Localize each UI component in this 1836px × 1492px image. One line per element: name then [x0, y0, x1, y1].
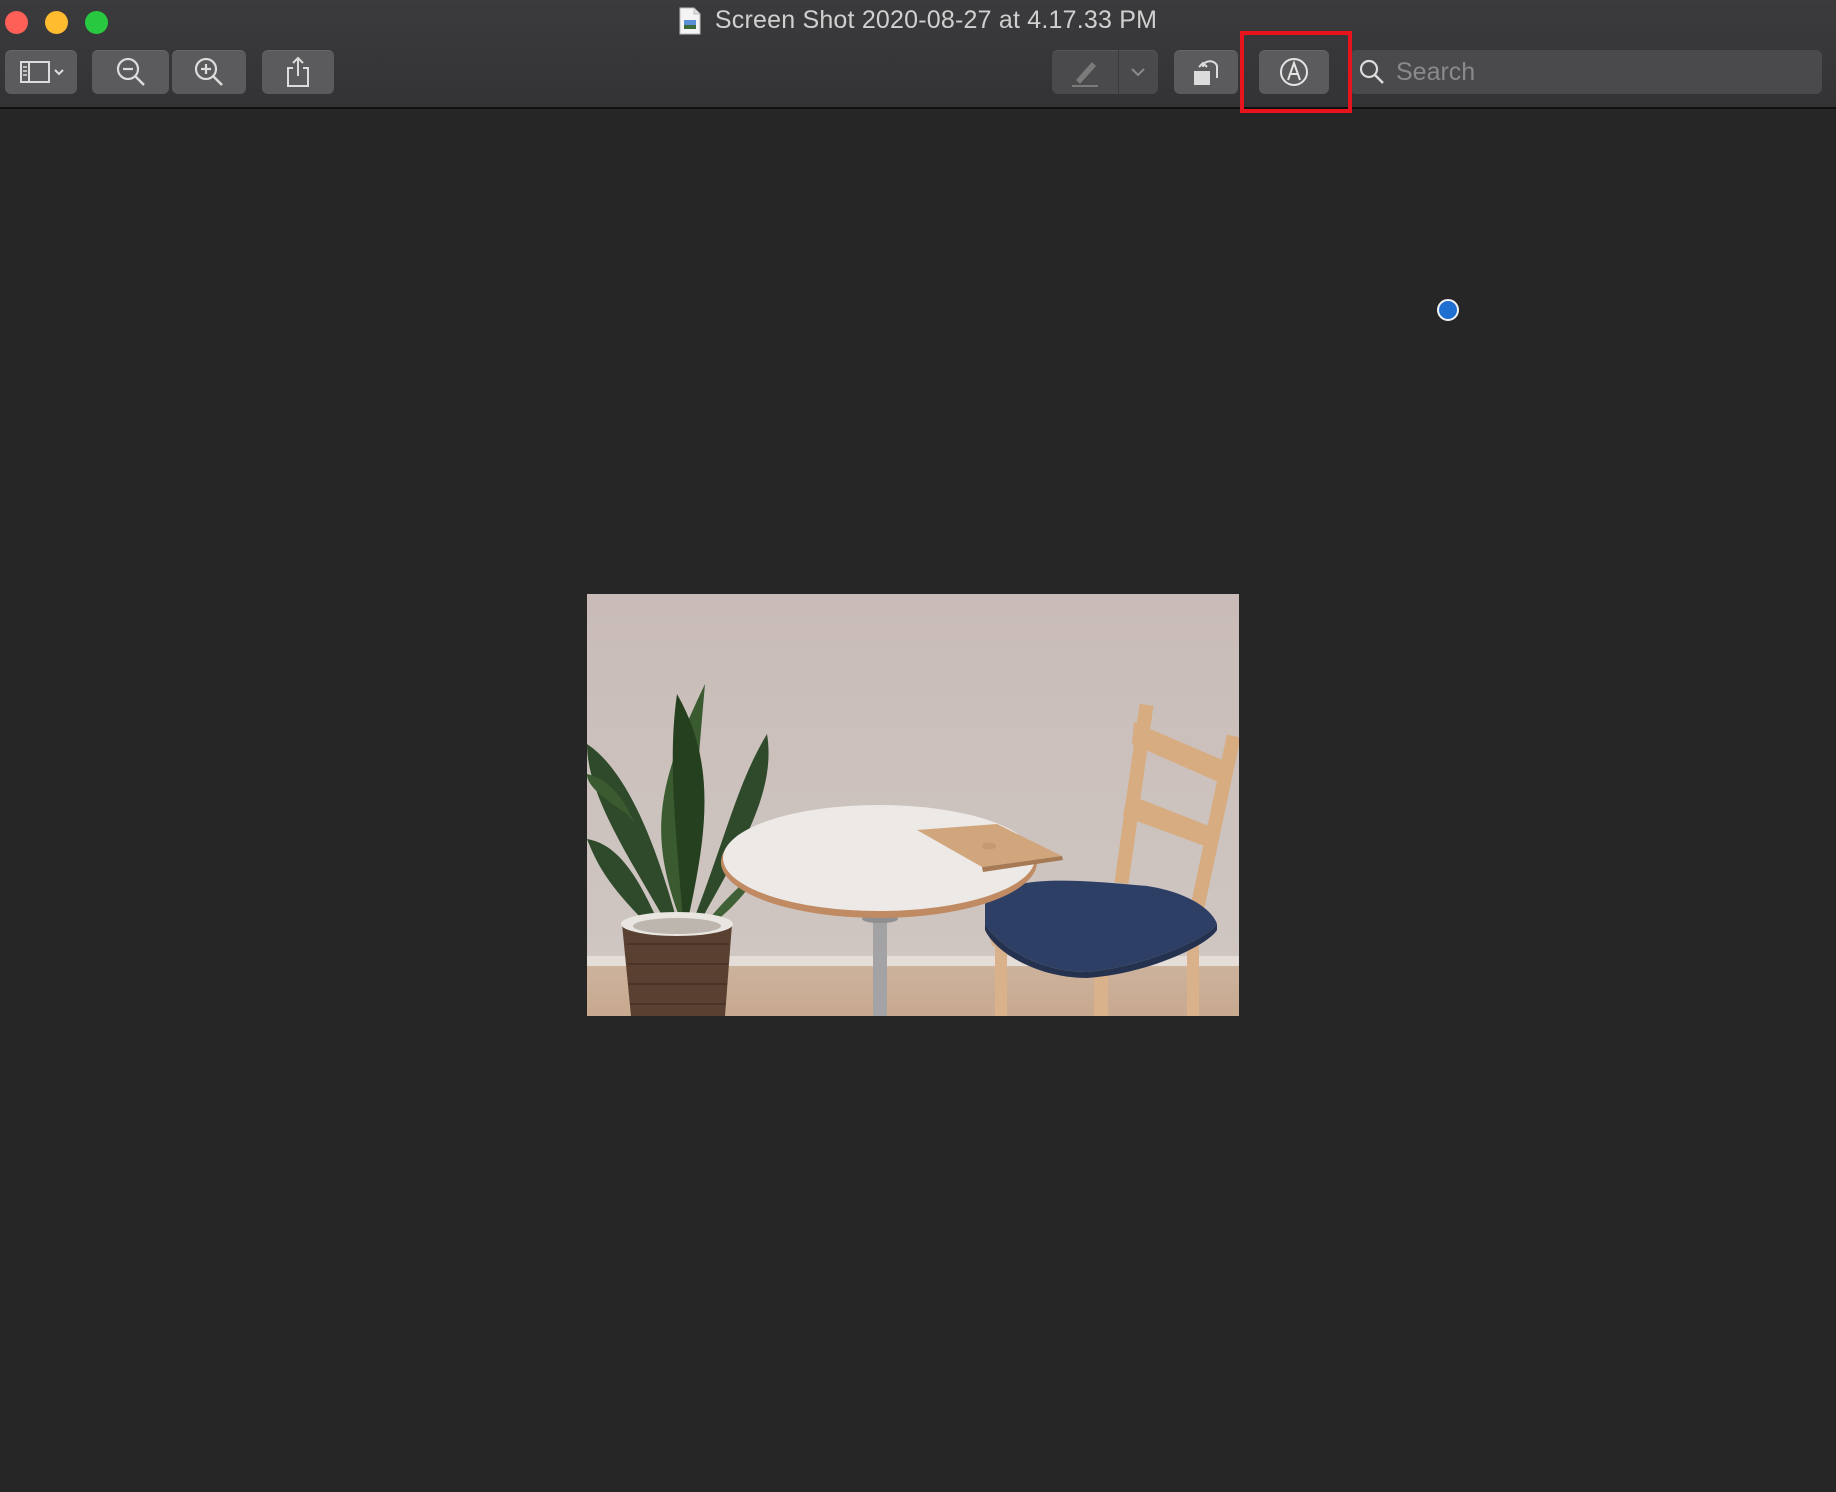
markup-highlight-annotation [1240, 31, 1352, 113]
zoom-in-button[interactable] [172, 50, 246, 94]
photo-content [587, 594, 1239, 1016]
zoom-out-button[interactable] [92, 50, 169, 94]
search-field[interactable] [1350, 50, 1822, 94]
rotate-button[interactable] [1174, 50, 1238, 94]
titlebar: Screen Shot 2020-08-27 at 4.17.33 PM [0, 0, 1836, 109]
pen-tool-button[interactable] [1052, 50, 1158, 94]
displayed-image [587, 594, 1239, 1016]
chevron-down-icon[interactable] [1128, 64, 1148, 80]
pen-icon [1072, 62, 1098, 87]
sidebar-icon [20, 61, 64, 83]
pen-button-separator [1118, 50, 1119, 94]
cursor-indicator [1437, 299, 1459, 321]
zoom-in-icon [194, 57, 223, 86]
sidebar-toggle-button[interactable] [5, 50, 77, 94]
search-icon [1359, 59, 1384, 84]
zoom-out-icon [116, 57, 145, 86]
search-input[interactable] [1394, 56, 1818, 88]
share-icon [287, 56, 309, 87]
window-title-area: Screen Shot 2020-08-27 at 4.17.33 PM [0, 6, 1836, 35]
preview-window: Screen Shot 2020-08-27 at 4.17.33 PM [0, 0, 1836, 1492]
document-icon [679, 7, 701, 34]
rotate-icon [1194, 60, 1218, 85]
window-title: Screen Shot 2020-08-27 at 4.17.33 PM [714, 6, 1158, 34]
share-button[interactable] [262, 50, 334, 94]
